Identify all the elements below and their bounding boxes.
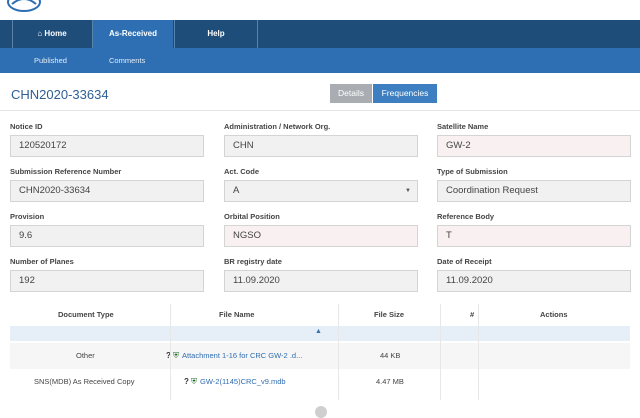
administration-field[interactable]: CHN [224,135,418,157]
submission-ref-field[interactable]: CHN2020-33634 [10,180,204,202]
number-of-planes-field[interactable]: 192 [10,270,204,292]
divider [0,110,640,111]
document-type-cell: Other [76,351,95,360]
table-row[interactable]: SNS(MDB) As Received Copy ? ⛨ GW-2(1145)… [10,369,630,395]
notice-id-field[interactable]: 120520172 [10,135,204,157]
orbital-position-label: Orbital Position [224,212,280,221]
act-code-value: A [233,185,240,196]
reference-body-label: Reference Body [437,212,495,221]
column-separator [440,304,441,400]
type-of-submission-field[interactable]: Coordination Request [437,180,631,202]
shield-icon: ⛨ [190,377,197,386]
provision-field[interactable]: 9.6 [10,225,204,247]
submission-ref-label: Submission Reference Number [10,167,122,176]
notice-id-label: Notice ID [10,122,43,131]
table-header: Document Type File Name File Size # Acti… [10,304,630,326]
file-icons: ? ⛨ [184,369,197,395]
file-size-cell: 4.47 MB [376,377,404,386]
file-icons: ? ⛨ [166,343,179,369]
subnav-comments[interactable]: Comments [109,48,145,73]
br-registry-date-label: BR registry date [224,257,282,266]
details-button[interactable]: Details [330,84,372,103]
shield-icon: ⛨ [172,351,179,360]
home-icon: ⌂ [37,29,43,38]
number-of-planes-label: Number of Planes [10,257,74,266]
act-code-select[interactable]: A ▼ [224,180,418,202]
col-number[interactable]: # [470,304,474,326]
file-size-cell: 44 KB [380,351,401,360]
frequencies-button[interactable]: Frequencies [373,84,437,103]
satellite-name-field[interactable]: GW-2 [437,135,631,157]
table-row[interactable]: Other ? ⛨ Attachment 1-16 for CRC GW-2 .… [10,343,630,369]
caret-down-icon: ▼ [405,188,411,194]
subnav-published[interactable]: Published [34,48,67,73]
column-separator [338,304,339,400]
type-of-submission-label: Type of Submission [437,167,508,176]
col-file-name[interactable]: File Name [219,304,254,326]
col-document-type[interactable]: Document Type [58,304,114,326]
satellite-name-label: Satellite Name [437,122,489,131]
provision-label: Provision [10,212,45,221]
nav-as-received[interactable]: As-Received [93,20,173,48]
column-separator [170,304,171,400]
page-title: CHN2020-33634 [11,87,109,102]
br-registry-date-field[interactable]: 11.09.2020 [224,270,418,292]
file-link[interactable]: Attachment 1-16 for CRC GW-2 .d... [182,343,302,369]
scroll-indicator[interactable] [315,406,327,418]
sort-up-icon[interactable]: ▲ [315,328,322,335]
sub-nav: Published Comments [0,48,640,73]
main-nav: ⌂ Home As-Received Help [0,20,640,48]
sort-bar[interactable]: ▲ [10,326,630,341]
nav-help[interactable]: Help [175,20,257,48]
administration-label: Administration / Network Org. [224,122,331,131]
date-of-receipt-field[interactable]: 11.09.2020 [437,270,631,292]
column-separator [478,304,479,400]
help-icon[interactable]: ? [184,377,189,386]
reference-body-field[interactable]: T [437,225,631,247]
col-file-size[interactable]: File Size [374,304,404,326]
nav-home[interactable]: ⌂ Home [13,20,91,48]
act-code-label: Act. Code [224,167,260,176]
file-link[interactable]: GW-2(1145)CRC_v9.mdb [200,369,286,395]
document-type-cell: SNS(MDB) As Received Copy [34,377,135,386]
orbital-position-field[interactable]: NGSO [224,225,418,247]
col-actions: Actions [540,310,568,319]
date-of-receipt-label: Date of Receipt [437,257,492,266]
top-bar [0,0,640,20]
logo [7,0,41,12]
